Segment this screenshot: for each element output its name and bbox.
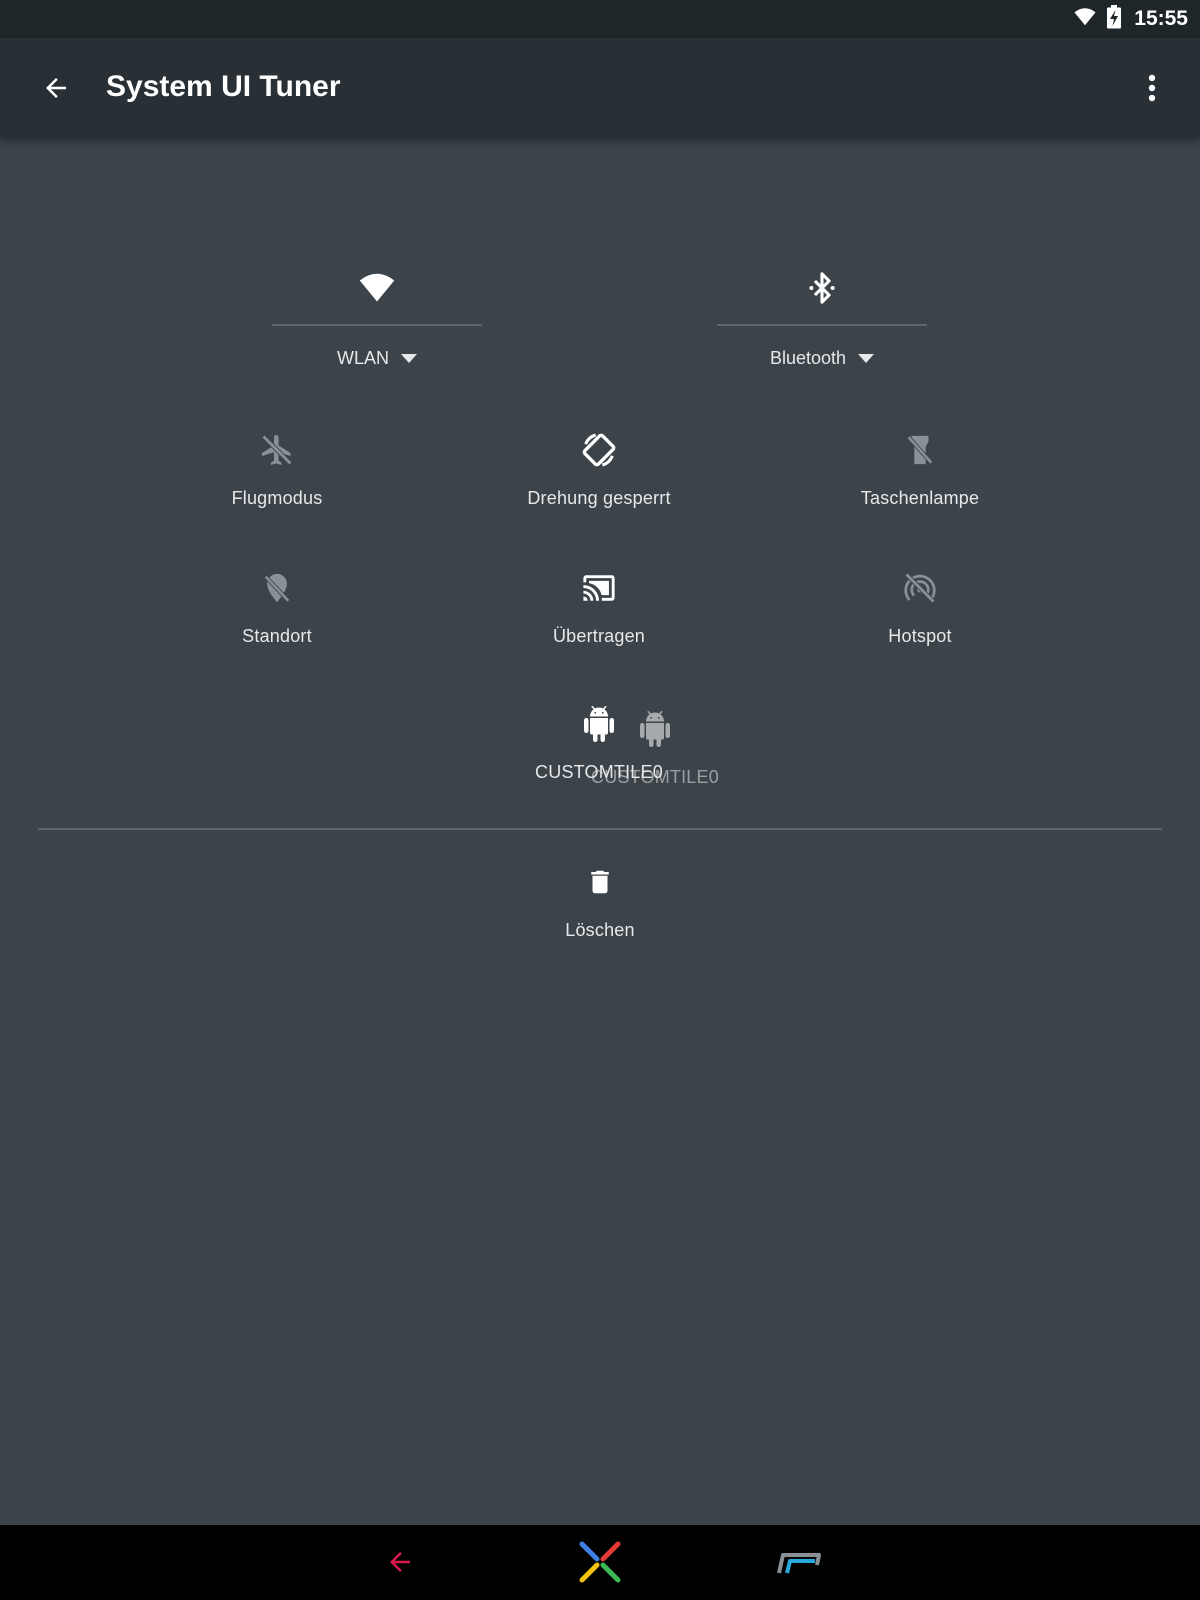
nav-back-icon [390, 1552, 410, 1572]
tile-hotspot[interactable]: Hotspot [800, 568, 1040, 647]
status-bar: 15:55 [0, 0, 1200, 38]
hotspot-off-icon [900, 568, 940, 608]
tile-flashlight[interactable]: Taschenlampe [800, 430, 1040, 509]
delete-icon [580, 862, 620, 902]
tile-wlan[interactable]: WLAN [272, 266, 482, 369]
tile-label: Standort [242, 626, 312, 646]
status-time: 15:55 [1134, 7, 1188, 30]
tile-label: Bluetooth [769, 348, 847, 368]
more-options-button[interactable] [1134, 68, 1170, 108]
tile-label: Übertragen [552, 626, 646, 646]
tile-cast[interactable]: Übertragen [479, 568, 719, 647]
cast-icon [579, 568, 619, 608]
nav-home-icon [579, 1541, 621, 1583]
bluetooth-icon [800, 266, 844, 310]
airplane-off-icon [257, 430, 297, 470]
nav-home-button[interactable] [575, 1537, 625, 1587]
location-off-icon [257, 568, 297, 608]
tile-label: Löschen [565, 920, 635, 940]
tile-bluetooth[interactable]: Bluetooth [717, 266, 927, 369]
delete-zone[interactable]: Löschen [480, 862, 720, 941]
page-title: System UI Tuner [106, 70, 341, 103]
tile-location[interactable]: Standort [157, 568, 397, 647]
app-toolbar: System UI Tuner [0, 38, 1200, 138]
tile-label: Drehung gesperrt [527, 488, 671, 508]
more-vert-icon [1148, 74, 1156, 102]
tile-divider [272, 324, 482, 326]
dropdown-arrow-icon[interactable] [401, 353, 417, 364]
section-divider [38, 828, 1162, 830]
tile-divider [717, 324, 927, 326]
back-button[interactable] [36, 68, 76, 108]
tile-label: Flugmodus [231, 488, 323, 508]
arrow-back-icon [46, 78, 66, 98]
tile-airplane-mode[interactable]: Flugmodus [157, 430, 397, 509]
navigation-bar [0, 1525, 1200, 1600]
screen-rotation-icon [579, 430, 619, 470]
nav-recents-icon [777, 1553, 821, 1574]
tile-label: Hotspot [888, 626, 952, 646]
dropdown-arrow-icon[interactable] [858, 353, 875, 364]
android-icon [635, 709, 675, 749]
nav-back-button[interactable] [375, 1537, 425, 1587]
wifi-icon [1072, 6, 1098, 33]
dragging-tile[interactable]: CUSTOMTILE0 [535, 709, 775, 788]
tile-label: Taschenlampe [860, 488, 980, 508]
battery-charging-icon [1106, 4, 1122, 34]
flashlight-off-icon [900, 430, 940, 470]
tile-label: CUSTOMTILE0 [591, 767, 719, 787]
tile-label: WLAN [336, 348, 389, 368]
tile-rotation-lock[interactable]: Drehung gesperrt [479, 430, 719, 509]
wifi-icon [355, 266, 399, 310]
nav-recents-button[interactable] [775, 1537, 825, 1587]
